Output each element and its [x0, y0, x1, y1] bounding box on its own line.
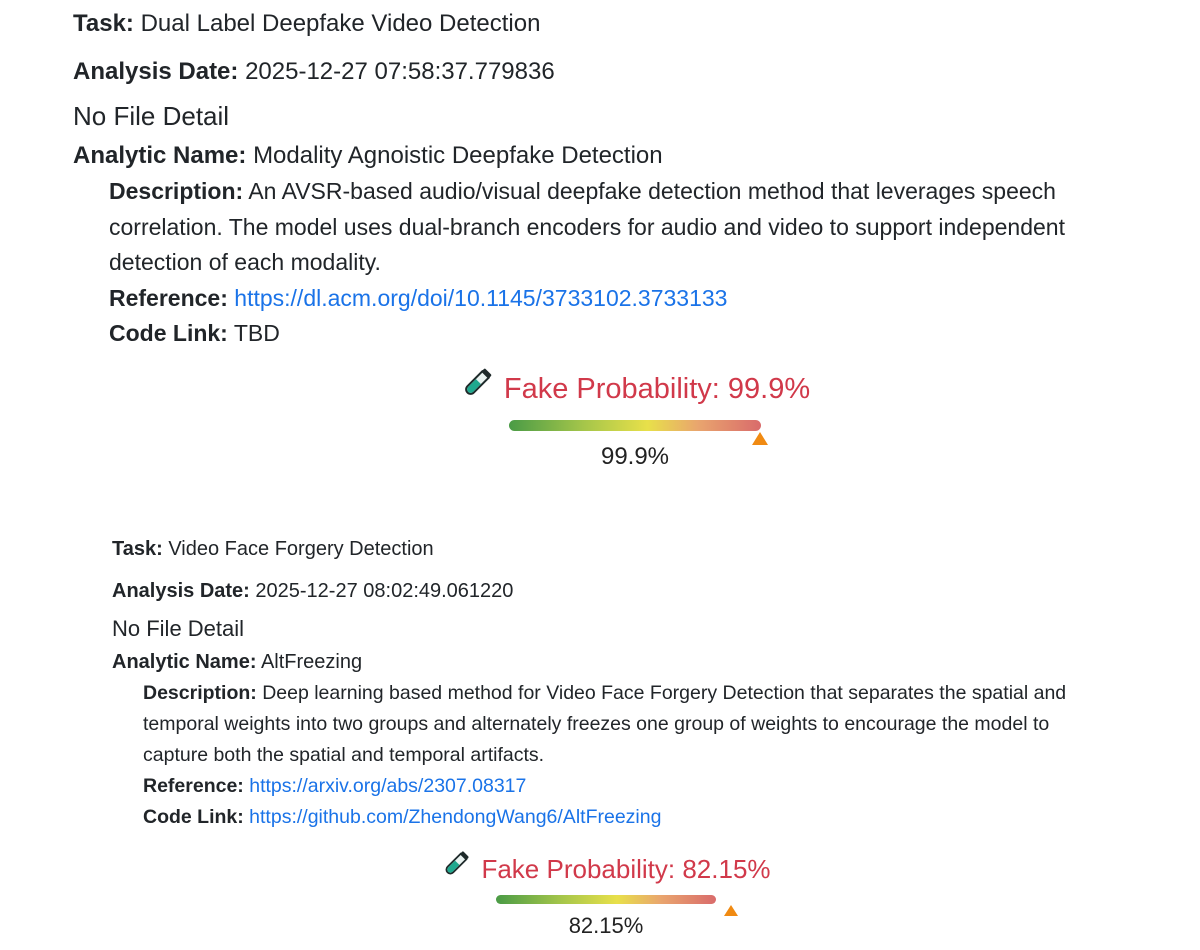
analytic-name-line: Analytic Name: AltFreezing: [112, 646, 1112, 678]
code-link[interactable]: https://github.com/ZhendongWang6/AltFree…: [249, 806, 661, 828]
analysis-date-line: Analysis Date: 2025-12-27 08:02:49.06122…: [112, 575, 1112, 607]
reference-link[interactable]: https://dl.acm.org/doi/10.1145/3733102.3…: [234, 285, 727, 311]
probability-gradient: [509, 420, 761, 431]
analysis-date-label: Analysis Date:: [73, 58, 239, 85]
task-label: Task:: [73, 10, 134, 37]
test-tube-icon: [460, 366, 494, 412]
code-link-label: Code Link:: [143, 806, 244, 828]
code-link-line: Code Link: TBD: [109, 316, 1173, 352]
fake-probability-widget-1: Fake Probability: 99.9% 99.9%: [450, 366, 820, 475]
code-link-value: TBD: [233, 320, 280, 346]
analysis-result-1: Task: Dual Label Deepfake Video Detectio…: [73, 6, 1173, 352]
probability-bar: [509, 420, 768, 445]
code-link-label: Code Link:: [109, 320, 228, 346]
reference-line: Reference: https://arxiv.org/abs/2307.08…: [143, 771, 1112, 802]
task-line: Task: Dual Label Deepfake Video Detectio…: [73, 6, 1173, 42]
description-value: An AVSR-based audio/visual deepfake dete…: [109, 178, 1065, 275]
fake-probability-text: Fake Probability: 82.15%: [481, 854, 771, 884]
probability-bar: [496, 895, 738, 916]
analysis-date-value: 2025-12-27 07:58:37.779836: [245, 58, 555, 85]
description-value: Deep learning based method for Video Fac…: [143, 682, 1067, 766]
task-line: Task: Video Face Forgery Detection: [112, 533, 1112, 565]
task-label: Task:: [112, 538, 163, 560]
description-label: Description:: [109, 178, 244, 204]
reference-line: Reference: https://dl.acm.org/doi/10.114…: [109, 281, 1173, 317]
file-detail: No File Detail: [112, 616, 245, 641]
code-link-line: Code Link: https://github.com/ZhendongWa…: [143, 802, 1112, 833]
analytic-name-label: Analytic Name:: [73, 142, 247, 169]
reference-label: Reference:: [109, 284, 228, 311]
reference-link[interactable]: https://arxiv.org/abs/2307.08317: [249, 775, 526, 797]
reference-label: Reference:: [143, 775, 244, 797]
description-line: Description: An AVSR-based audio/visual …: [109, 174, 1119, 281]
fake-probability-text: Fake Probability: 99.9%: [503, 373, 811, 405]
analysis-date-label: Analysis Date:: [112, 580, 250, 602]
description-line: Description: Deep learning based method …: [143, 678, 1093, 771]
file-detail: No File Detail: [73, 101, 230, 131]
analytic-name-value: AltFreezing: [260, 651, 363, 673]
analytic-name-label: Analytic Name:: [112, 651, 257, 673]
analytic-name-line: Analytic Name: Modality Agnoistic Deepfa…: [73, 138, 1173, 174]
analysis-result-2: Task: Video Face Forgery Detection Analy…: [112, 533, 1112, 833]
task-value: Video Face Forgery Detection: [168, 538, 434, 560]
probability-gradient: [496, 895, 716, 904]
description-label: Description:: [143, 682, 257, 704]
fake-probability-title: Fake Probability: 82.15%: [436, 849, 776, 889]
analysis-date-line: Analysis Date: 2025-12-27 07:58:37.77983…: [73, 54, 1173, 90]
fake-probability-widget-2: Fake Probability: 82.15% 82.15%: [436, 849, 776, 942]
probability-marker: [724, 905, 738, 916]
analysis-date-value: 2025-12-27 08:02:49.061220: [255, 580, 514, 602]
analysis-results-page: Task: Dual Label Deepfake Video Detectio…: [0, 0, 1200, 950]
test-tube-icon: [441, 849, 471, 889]
probability-marker: [752, 432, 768, 445]
analytic-details: Description: An AVSR-based audio/visual …: [109, 174, 1173, 352]
task-value: Dual Label Deepfake Video Detection: [140, 10, 541, 37]
analytic-name-value: Modality Agnoistic Deepfake Detection: [253, 142, 663, 169]
fake-probability-title: Fake Probability: 99.9%: [450, 366, 820, 412]
analytic-details: Description: Deep learning based method …: [143, 678, 1112, 833]
